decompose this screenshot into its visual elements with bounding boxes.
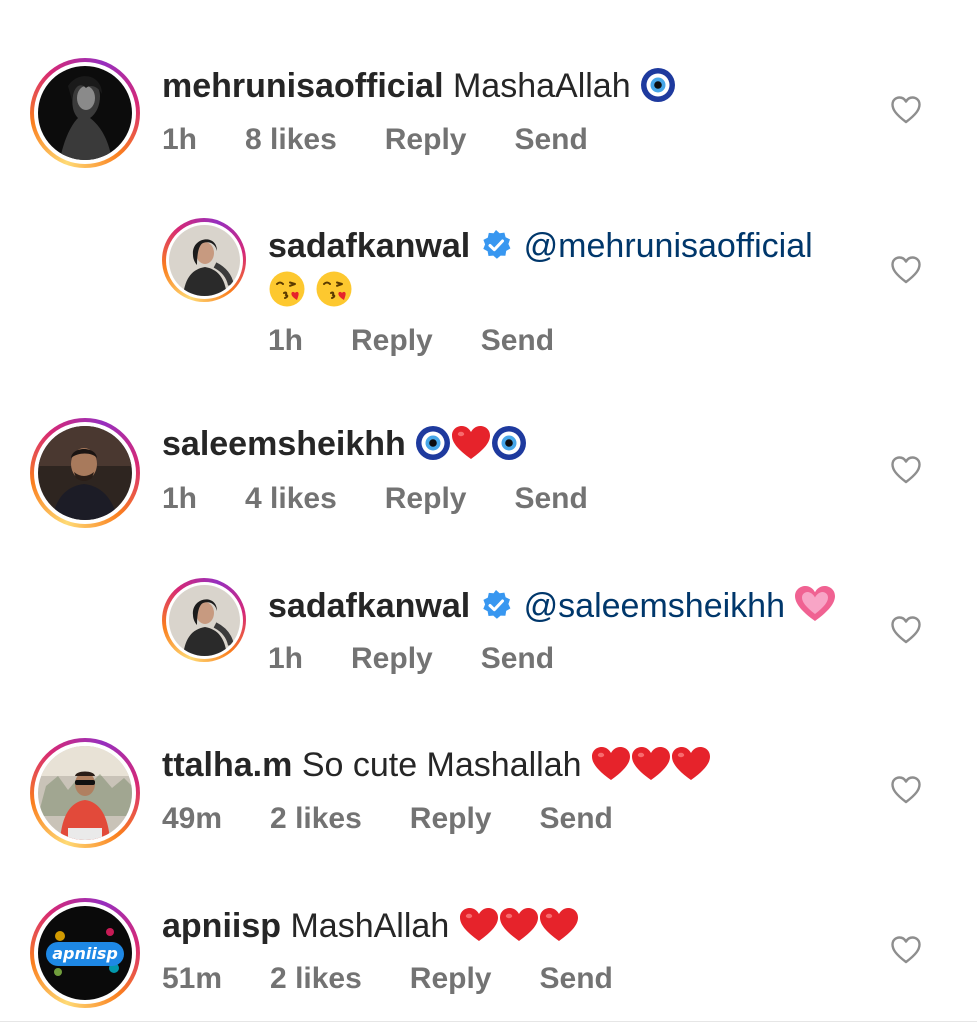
comment-text: MashaAllah [452, 67, 631, 105]
nazar-amulet-emoji [640, 67, 676, 103]
bottom-divider [0, 1021, 977, 1022]
comment-time: 1h [268, 324, 304, 357]
red-heart-emoji [591, 746, 631, 782]
verified-badge-icon [480, 589, 512, 621]
send-button[interactable]: Send [514, 123, 587, 156]
avatar-ring[interactable] [162, 578, 246, 662]
kissing-face-emoji [315, 270, 353, 308]
red-heart-emoji [459, 907, 499, 943]
verified-badge-icon [480, 229, 512, 261]
username[interactable]: mehrunisaofficial [162, 67, 444, 105]
likes-count[interactable]: 2 likes [270, 962, 362, 995]
likes-count[interactable]: 8 likes [245, 123, 337, 156]
send-button[interactable]: Send [481, 324, 554, 357]
avatar-ring[interactable] [30, 418, 140, 528]
likes-count[interactable]: 2 likes [270, 802, 362, 835]
red-heart-emoji [451, 425, 491, 461]
comment-time: 1h [162, 123, 198, 156]
username[interactable]: saleemsheikhh [162, 425, 406, 463]
likes-count[interactable]: 4 likes [245, 482, 337, 515]
comment-time: 49m [162, 802, 223, 835]
heart-outline-icon[interactable] [890, 614, 922, 646]
heart-outline-icon[interactable] [890, 934, 922, 966]
comment-time: 1h [268, 642, 304, 675]
comment-time: 51m [162, 962, 223, 995]
avatar [38, 426, 132, 520]
comment-time: 1h [162, 482, 198, 515]
avatar-ring[interactable]: apniisp [30, 898, 140, 1008]
comment-text: So cute Mashallah [301, 746, 582, 784]
avatar-ring[interactable] [30, 738, 140, 848]
send-button[interactable]: Send [481, 642, 554, 675]
reply-button[interactable]: Reply [351, 642, 433, 675]
reply-button[interactable]: Reply [351, 324, 433, 357]
avatar [168, 584, 240, 656]
comment-text: MashAllah [290, 907, 450, 945]
send-button[interactable]: Send [540, 962, 613, 995]
nazar-amulet-emoji [491, 425, 527, 461]
reply-button[interactable]: Reply [410, 802, 492, 835]
username[interactable]: apniisp [162, 907, 281, 945]
heart-outline-icon[interactable] [890, 454, 922, 486]
heart-outline-icon[interactable] [890, 94, 922, 126]
apniisp-logo-text: apniisp [52, 944, 118, 963]
heart-outline-icon[interactable] [890, 254, 922, 286]
red-heart-emoji [671, 746, 711, 782]
avatar [168, 224, 240, 296]
send-button[interactable]: Send [514, 482, 587, 515]
username[interactable]: sadafkanwal [268, 587, 470, 625]
mention-link[interactable]: @mehrunisaofficial [524, 227, 813, 265]
avatar [38, 66, 132, 160]
avatar [38, 746, 132, 840]
nazar-amulet-emoji [415, 425, 451, 461]
reply-button[interactable]: Reply [385, 123, 467, 156]
kissing-face-emoji [268, 270, 306, 308]
username[interactable]: ttalha.m [162, 746, 292, 784]
avatar: apniisp [38, 906, 132, 1000]
avatar-ring[interactable] [30, 58, 140, 168]
avatar-ring[interactable] [162, 218, 246, 302]
username[interactable]: sadafkanwal [268, 227, 470, 265]
send-button[interactable]: Send [540, 802, 613, 835]
growing-heart-emoji [794, 585, 836, 623]
red-heart-emoji [631, 746, 671, 782]
red-heart-emoji [499, 907, 539, 943]
red-heart-emoji [539, 907, 579, 943]
mention-link[interactable]: @saleemsheikhh [524, 587, 785, 625]
reply-button[interactable]: Reply [410, 962, 492, 995]
reply-button[interactable]: Reply [385, 482, 467, 515]
heart-outline-icon[interactable] [890, 774, 922, 806]
